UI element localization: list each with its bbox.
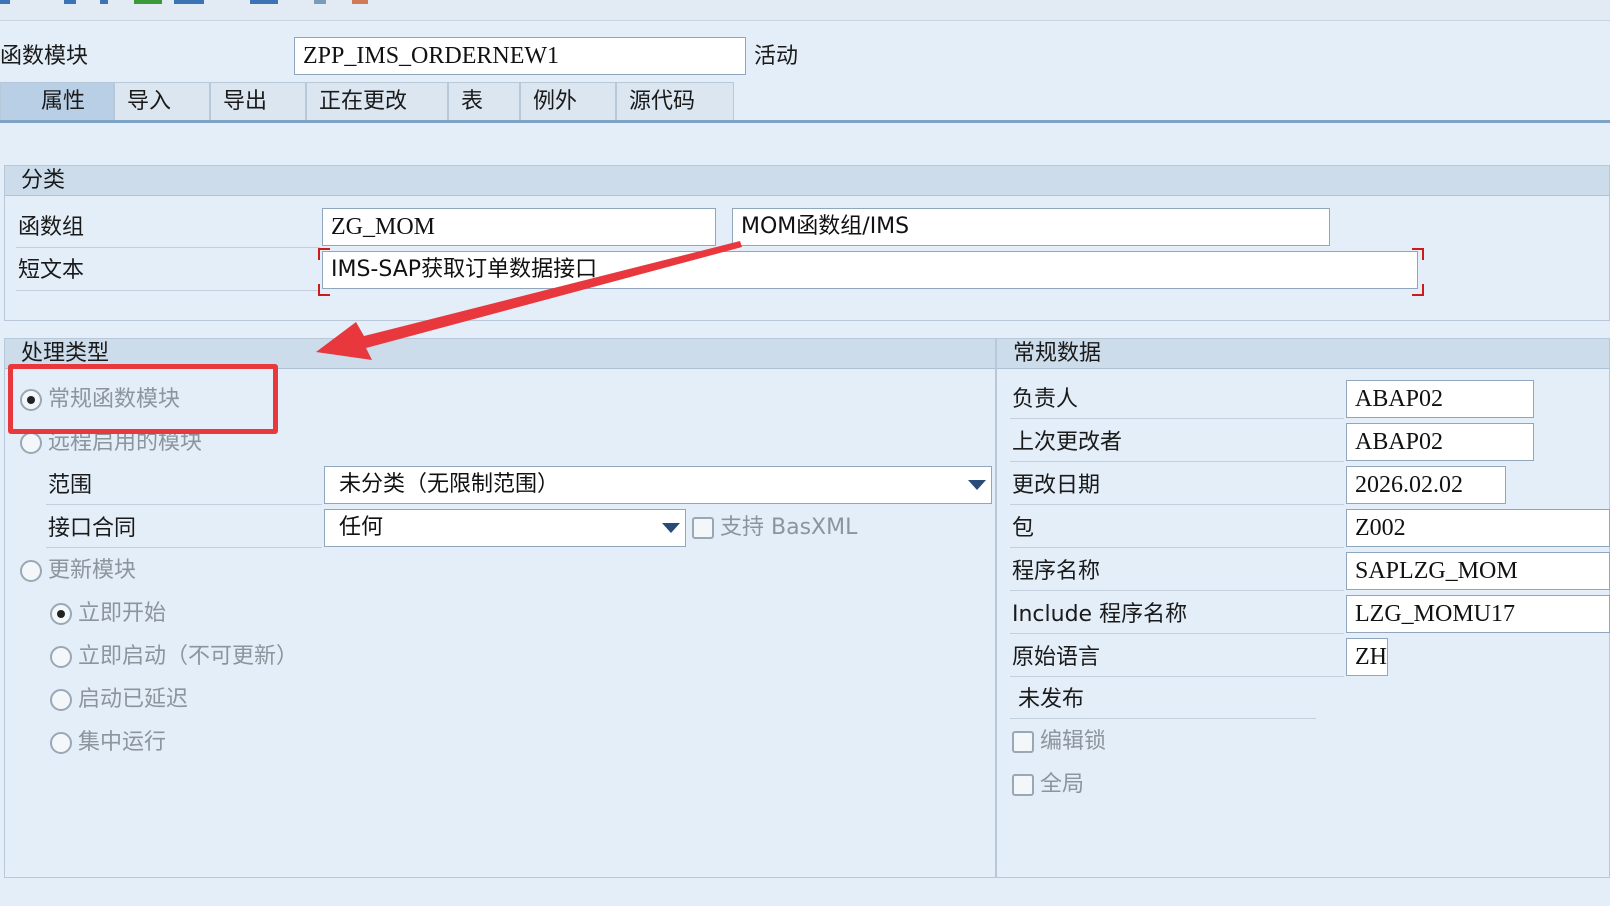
annotation-arrow — [316, 241, 742, 360]
arrow-icon — [316, 241, 742, 360]
